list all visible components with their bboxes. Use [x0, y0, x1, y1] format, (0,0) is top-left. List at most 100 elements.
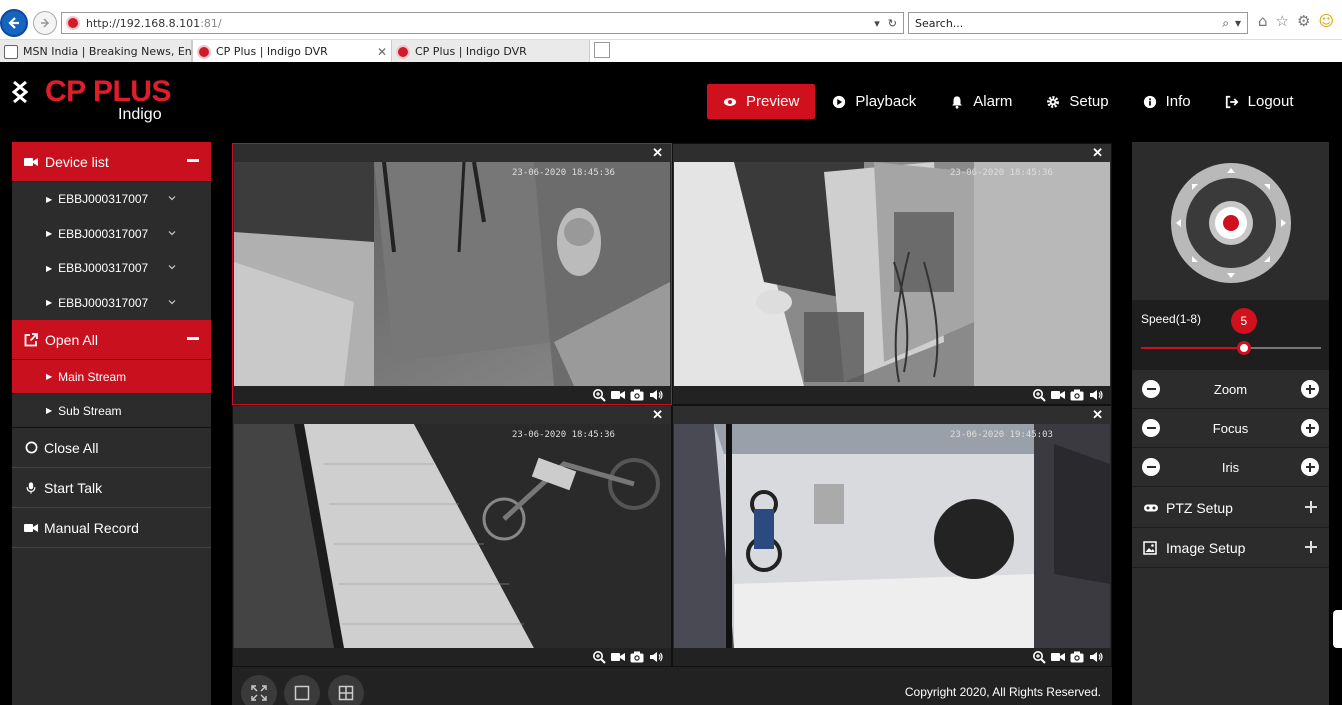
nav-playback[interactable]: Playback: [815, 84, 933, 119]
video-pane[interactable]: ✕ 23-06-2020 18:45:36: [232, 405, 672, 667]
device-item[interactable]: ▶ EBBJ000317007: [12, 286, 211, 321]
device-item[interactable]: ▶ EBBJ000317007: [12, 182, 211, 217]
eye-icon: [723, 95, 737, 109]
speed-slider-fill: [1141, 347, 1244, 349]
device-item[interactable]: ▶ EBBJ000317007: [12, 217, 211, 252]
close-pane-icon[interactable]: ✕: [652, 407, 663, 423]
nav-info[interactable]: Info: [1126, 84, 1208, 119]
close-all-button[interactable]: Close All: [12, 428, 211, 468]
back-button[interactable]: [0, 9, 28, 37]
start-talk-button[interactable]: Start Talk: [12, 468, 211, 508]
search-box[interactable]: ⌕ ▾: [908, 12, 1248, 34]
copyright-text: Copyright 2020, All Rights Reserved.: [904, 685, 1101, 699]
settings-gear-icon[interactable]: ⚙: [1297, 12, 1310, 30]
snapshot-camera-icon[interactable]: [1070, 650, 1084, 664]
pane-toolbar: [673, 386, 1111, 404]
camera-feed-image: [674, 424, 1110, 648]
zoom-out-button[interactable]: [1142, 380, 1160, 398]
address-bar[interactable]: http://192.168.8.101:81/ ▾ ↻: [61, 12, 904, 34]
video-pane[interactable]: ✕ 23-06-2020 18:45:36: [232, 143, 672, 405]
side-panel-tab[interactable]: [1333, 610, 1342, 648]
close-pane-icon[interactable]: ✕: [652, 145, 663, 161]
chevron-down-icon[interactable]: [168, 229, 176, 237]
nav-setup[interactable]: Setup: [1029, 84, 1125, 119]
zoom-in-icon[interactable]: [592, 650, 606, 664]
zoom-in-icon[interactable]: [1032, 388, 1046, 402]
video-pane[interactable]: ✕ 23-06-2020 19:45:03: [672, 405, 1112, 667]
page-scrollbar[interactable]: [1330, 62, 1342, 705]
zoom-in-icon[interactable]: [592, 388, 606, 402]
speed-slider[interactable]: 5: [1141, 308, 1321, 355]
fullscreen-button[interactable]: [241, 675, 277, 705]
single-layout-button[interactable]: [284, 675, 320, 705]
tab-cpplus-active[interactable]: CP Plus | Indigo DVR ✕: [192, 40, 392, 63]
snapshot-camera-icon[interactable]: [630, 650, 644, 664]
camera-feed-image: [674, 162, 1110, 386]
camera-feed[interactable]: 23-06-2020 18:45:36: [674, 162, 1110, 386]
speed-slider-thumb[interactable]: [1236, 341, 1251, 355]
zoom-in-icon[interactable]: [1032, 650, 1046, 664]
close-tab-icon[interactable]: ✕: [377, 45, 387, 59]
record-video-icon[interactable]: [1051, 388, 1065, 402]
collapse-minus-icon[interactable]: [187, 337, 199, 340]
zoom-in-button[interactable]: [1301, 380, 1319, 398]
close-pane-icon[interactable]: ✕: [1092, 407, 1103, 423]
audio-volume-icon[interactable]: [1089, 650, 1103, 664]
site-favicon-icon: [66, 16, 80, 30]
nav-alarm[interactable]: Alarm: [933, 84, 1029, 119]
address-url: http://192.168.8.101:81/: [86, 16, 222, 30]
close-pane-icon[interactable]: ✕: [1092, 145, 1103, 161]
forward-button[interactable]: [33, 11, 57, 35]
search-icon[interactable]: ⌕: [1222, 16, 1229, 31]
record-video-icon[interactable]: [1051, 650, 1065, 664]
tab-cpplus[interactable]: CP Plus | Indigo DVR: [392, 40, 590, 63]
expand-plus-icon[interactable]: [1305, 541, 1317, 553]
chevron-down-icon[interactable]: [168, 298, 176, 306]
image-icon: [1143, 540, 1159, 555]
camera-feed[interactable]: 23-06-2020 18:45:36: [234, 424, 670, 648]
audio-volume-icon[interactable]: [649, 650, 663, 664]
tab-msn[interactable]: MSN India | Breaking News, En...: [0, 40, 192, 63]
iris-minus-button[interactable]: [1142, 458, 1160, 476]
new-tab-button[interactable]: [594, 42, 610, 58]
home-icon[interactable]: ⌂: [1258, 12, 1268, 30]
favorites-star-icon[interactable]: ☆: [1276, 12, 1289, 30]
chevron-down-icon[interactable]: [168, 194, 176, 202]
refresh-icon[interactable]: ↻: [888, 17, 897, 30]
search-dropdown-icon[interactable]: ▾: [1235, 16, 1241, 31]
device-list-header[interactable]: Device list: [12, 142, 211, 182]
nav-preview[interactable]: Preview: [707, 84, 816, 119]
audio-volume-icon[interactable]: [1089, 388, 1103, 402]
snapshot-camera-icon[interactable]: [1070, 388, 1084, 402]
image-setup-section[interactable]: Image Setup: [1132, 528, 1329, 568]
play-circle-icon: [832, 95, 846, 109]
zoom-control: Zoom: [1132, 370, 1329, 409]
main-stream-item[interactable]: ▶ Main Stream: [12, 360, 211, 394]
caret-right-icon: ▶: [46, 194, 53, 204]
record-video-icon[interactable]: [611, 388, 625, 402]
nav-logout[interactable]: Logout: [1208, 84, 1311, 119]
iris-plus-button[interactable]: [1301, 458, 1319, 476]
manual-record-button[interactable]: Manual Record: [12, 508, 211, 548]
chevron-down-icon[interactable]: [168, 263, 176, 271]
smiley-icon[interactable]: ☺: [1318, 12, 1334, 30]
focus-plus-button[interactable]: [1301, 419, 1319, 437]
expand-plus-icon[interactable]: [1305, 501, 1317, 513]
snapshot-camera-icon[interactable]: [630, 388, 644, 402]
collapse-minus-icon[interactable]: [187, 159, 199, 162]
browser-chrome: http://192.168.8.101:81/ ▾ ↻ ⌕ ▾ ⌂ ☆ ⚙ ☺…: [0, 0, 1342, 63]
search-input[interactable]: [915, 16, 1195, 30]
record-video-icon[interactable]: [611, 650, 625, 664]
open-all-header[interactable]: Open All: [12, 320, 211, 360]
device-item[interactable]: ▶ EBBJ000317007: [12, 251, 211, 286]
camera-feed[interactable]: 23-06-2020 18:45:36: [234, 162, 670, 386]
quad-layout-button[interactable]: [328, 675, 364, 705]
ptz-direction-pad[interactable]: [1170, 162, 1292, 284]
video-pane[interactable]: ✕ 23-06-2020 18:45:36: [672, 143, 1112, 405]
focus-minus-button[interactable]: [1142, 419, 1160, 437]
sub-stream-item[interactable]: ▶ Sub Stream: [12, 394, 211, 428]
camera-feed[interactable]: 23-06-2020 19:45:03: [674, 424, 1110, 648]
ptz-setup-section[interactable]: PTZ Setup: [1132, 488, 1329, 528]
audio-volume-icon[interactable]: [649, 388, 663, 402]
dropdown-icon[interactable]: ▾: [874, 17, 880, 30]
